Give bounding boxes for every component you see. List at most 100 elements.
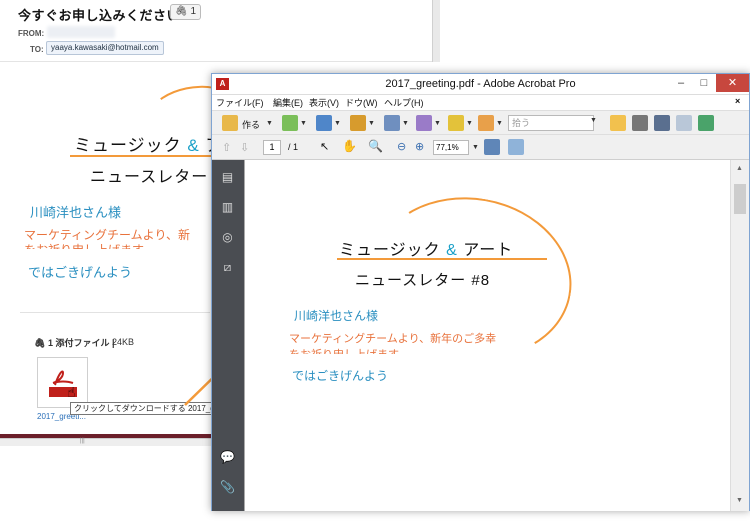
email-newsletter-heading: ミュージック & ア <box>74 131 223 156</box>
comment-dropdown-caret[interactable]: ▼ <box>496 120 503 127</box>
attachment-count-badge[interactable]: 🖇 1 <box>170 4 202 20</box>
to-recipient-chip[interactable]: yaaya.kawasaki@hotmail.com <box>46 41 164 55</box>
collaborate-icon[interactable] <box>316 115 332 131</box>
window-title: 2017_greeting.pdf - Adobe Acrobat Pro <box>385 78 576 90</box>
share-icon[interactable] <box>698 115 714 131</box>
page-thumbnails-icon[interactable]: ▤ <box>220 170 235 185</box>
attachment-count-text: 1 添付ファイル | <box>47 338 115 348</box>
attachment-size: 24KB <box>112 337 135 347</box>
download-tooltip: クリックしてダウンロードする 2017_greeting.pdf <box>70 402 215 415</box>
attachment-count-label: 🖇 1 添付ファイル | <box>34 336 114 349</box>
pdf-attachment-thumbnail[interactable] <box>37 357 88 408</box>
from-value-blurred <box>47 26 115 38</box>
menu-edit[interactable]: 編集(E) <box>273 96 303 109</box>
search-input[interactable]: 拾う <box>508 115 594 131</box>
create-label[interactable]: 作る <box>242 118 260 131</box>
minimize-button[interactable]: – <box>670 74 692 92</box>
zoom-out-icon[interactable]: ⊖ <box>397 140 406 153</box>
email-header: 今すぐお申し込みください! 🖇 1 FROM: TO: yaaya.kawasa… <box>0 0 432 62</box>
collaborate-dropdown-caret[interactable]: ▼ <box>334 120 341 127</box>
lock-icon[interactable] <box>350 115 366 131</box>
page-number-input[interactable]: 1 <box>263 140 281 155</box>
title-bar[interactable]: A 2017_greeting.pdf - Adobe Acrobat Pro … <box>212 74 749 95</box>
comment-icon[interactable] <box>478 115 494 131</box>
menu-view[interactable]: 表示(V) <box>309 96 339 109</box>
create-dropdown-caret[interactable]: ▼ <box>266 120 273 127</box>
email-greeting: ではごきげんよう <box>28 265 133 280</box>
main-toolbar: 作る ▼ ▼ ▼ ▼ ▼ ▼ ▼ ▼ 拾う ▼ <box>212 110 749 135</box>
multimedia-dropdown-caret[interactable]: ▼ <box>466 120 473 127</box>
document-heading-amp: & <box>446 242 458 259</box>
close-button[interactable]: ✕ <box>716 74 749 92</box>
menu-bar: ファイル(F) 編集(E) 表示(V) ドウ(W) ヘルプ(H) × <box>212 95 749 110</box>
maximize-button[interactable]: □ <box>693 74 715 92</box>
email-horizontal-scrollbar[interactable] <box>0 438 212 446</box>
zoom-level-input[interactable]: 77,1% <box>433 140 469 155</box>
hand-tool-icon[interactable]: ✋ <box>342 139 357 153</box>
sign-pen-icon[interactable] <box>384 115 400 131</box>
email-header-scrollbar[interactable] <box>432 0 440 62</box>
document-heading-text-2: アート <box>457 242 514 259</box>
multimedia-icon[interactable] <box>448 115 464 131</box>
email-recipient-name: 川崎洋也さん様 <box>30 205 122 220</box>
secure-dropdown-caret[interactable]: ▼ <box>368 120 375 127</box>
scroll-down-arrow-icon[interactable]: ▼ <box>736 497 743 504</box>
to-label: TO: <box>30 45 44 54</box>
hand-cursor-icon: ☝ <box>67 384 76 400</box>
navigation-toolbar: ⇧ ⇩ 1 / 1 ↖ ✋ 🔍 ⊖ ⊕ 77,1% ▼ <box>212 135 749 160</box>
email-subject: 今すぐお申し込みください! <box>18 8 185 23</box>
fit-width-icon[interactable] <box>508 139 524 155</box>
zoom-dropdown-caret[interactable]: ▼ <box>472 144 479 151</box>
menu-file[interactable]: ファイル(F) <box>216 96 264 109</box>
menu-window[interactable]: ドウ(W) <box>345 96 378 109</box>
acrobat-window: A 2017_greeting.pdf - Adobe Acrobat Pro … <box>211 73 750 511</box>
email-heading-text-1: ミュージック <box>74 136 188 155</box>
menu-help[interactable]: ヘルプ(H) <box>384 96 424 109</box>
document-heading-rule <box>337 258 547 260</box>
document-body-line-1: マーケティングチームより、新年のご多幸 <box>289 333 497 345</box>
sign-dropdown-caret[interactable]: ▼ <box>402 120 409 127</box>
next-page-icon[interactable]: ⇩ <box>240 141 249 154</box>
paperclip-icon: 🖇 <box>175 6 188 17</box>
fit-page-icon[interactable] <box>484 139 500 155</box>
create-icon[interactable] <box>222 115 238 131</box>
document-close-button[interactable]: × <box>735 96 740 106</box>
paperclip-icon: 🖇 <box>34 338 46 348</box>
navigation-pane: ▤ ▥ ◎ ⧄ 💬 📎 <box>212 160 244 511</box>
print-icon[interactable] <box>632 115 648 131</box>
document-newsletter-subtitle: ニュースレター #8 <box>355 272 491 289</box>
from-label: FROM: <box>18 29 45 38</box>
email-heading-amp: & <box>187 136 200 155</box>
forms-icon[interactable] <box>416 115 432 131</box>
document-body-line-2: をお祈り申し上げます <box>289 346 399 354</box>
attachment-badge-count: 1 <box>190 6 197 17</box>
signatures-icon[interactable]: ◎ <box>220 230 235 245</box>
comments-icon[interactable]: 💬 <box>220 450 235 465</box>
bookmarks-icon[interactable]: ▥ <box>220 200 235 215</box>
save-icon[interactable] <box>654 115 670 131</box>
email-body-line-2: をお祈り申し上げます <box>24 241 144 249</box>
email-heading-rule <box>70 155 220 157</box>
zoom-tool-icon[interactable]: 🔍 <box>368 139 383 153</box>
document-heading-text-1: ミュージック <box>339 242 447 259</box>
document-greeting: ではごきげんよう <box>292 369 389 383</box>
open-folder-icon[interactable] <box>610 115 626 131</box>
scroll-up-arrow-icon[interactable]: ▲ <box>736 165 743 172</box>
previous-page-icon[interactable]: ⇧ <box>222 141 231 154</box>
page-total: / 1 <box>288 142 299 152</box>
zoom-in-icon[interactable]: ⊕ <box>415 140 424 153</box>
document-recipient-name: 川崎洋也さん様 <box>294 309 379 323</box>
attachments-paperclip-icon[interactable]: 📎 <box>220 480 235 495</box>
email-icon[interactable] <box>676 115 692 131</box>
select-cursor-icon[interactable]: ↖ <box>320 140 329 153</box>
email-newsletter-subtitle: ニュースレター <box>90 169 209 186</box>
combine-icon[interactable] <box>282 115 298 131</box>
document-newsletter-heading: ミュージック & アート <box>339 236 513 260</box>
scrollbar-grip-icon: ||| <box>80 438 85 444</box>
vertical-scrollbar[interactable]: ▲ ▼ <box>730 160 749 511</box>
scrollbar-thumb[interactable] <box>734 184 746 214</box>
forms-dropdown-caret[interactable]: ▼ <box>434 120 441 127</box>
search-dropdown-caret[interactable]: ▼ <box>590 117 597 124</box>
combine-dropdown-caret[interactable]: ▼ <box>300 120 307 127</box>
layers-icon[interactable]: ⧄ <box>220 260 235 275</box>
